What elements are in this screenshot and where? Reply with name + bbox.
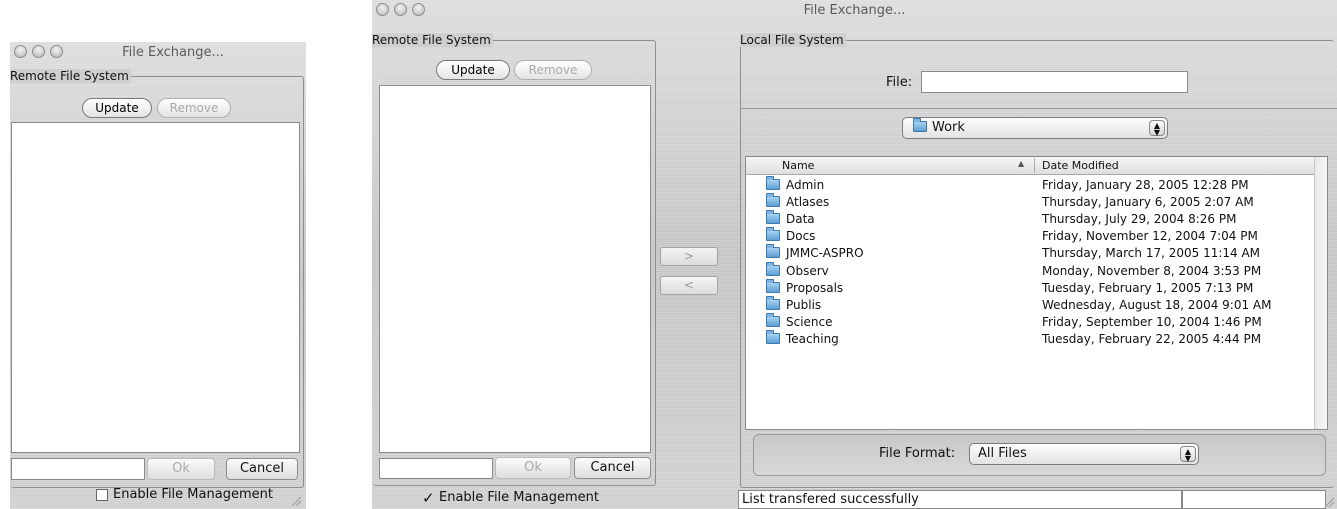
resize-grip-icon[interactable] [1323,496,1335,508]
date-modified-cell: Thursday, January 6, 2005 2:07 AM [1042,195,1254,210]
transfer-to-local-button[interactable]: > [660,247,718,266]
table-row[interactable]: Atlases Thursday, January 6, 2005 2:07 AM [746,193,1315,211]
remove-button[interactable]: Remove [514,60,592,80]
folder-icon [913,118,927,132]
date-modified-cell: Monday, November 8, 2004 3:53 PM [1042,263,1262,278]
folder-icon [766,278,780,293]
folder-popup-value: Work [932,120,965,135]
file-format-label: File Format: [879,446,956,461]
table-row[interactable]: Proposals Tuesday, February 1, 2005 7:13 … [746,278,1315,297]
folder-icon [766,176,780,190]
file-name-cell: Data [786,212,815,227]
ok-button[interactable]: Ok [495,457,571,479]
folder-icon [766,193,780,208]
vertical-scrollbar[interactable] [1314,157,1327,429]
folder-icon [766,227,780,242]
remote-path-field[interactable] [11,458,145,480]
file-format-value: All Files [978,446,1027,461]
column-divider [1034,158,1035,173]
file-name-cell: Admin [786,178,825,192]
cancel-button[interactable]: Cancel [574,457,651,479]
file-name-cell: Science [786,314,833,329]
column-header-date[interactable]: Date Modified [1042,159,1119,172]
folder-icon [766,312,780,327]
file-format-popup[interactable]: All Files ▲ ▼ [969,443,1199,465]
file-label: File: [886,75,913,90]
date-modified-cell: Friday, November 12, 2004 7:04 PM [1042,229,1258,244]
date-modified-cell: Thursday, July 29, 2004 8:26 PM [1042,212,1237,227]
date-modified-cell: Wednesday, August 18, 2004 9:01 AM [1042,297,1272,312]
folder-popup[interactable]: Work ▲ ▼ [902,117,1168,139]
folder-icon [766,295,780,310]
table-row[interactable]: Observ Monday, November 8, 2004 3:53 PM [746,261,1315,280]
enable-file-management-checkbox[interactable]: Enable File Management [96,487,273,502]
table-row[interactable]: JMMC-ASPRO Thursday, March 17, 2005 11:14… [746,244,1315,262]
file-name-cell: Publis [786,297,822,312]
update-button[interactable]: Update [436,60,510,80]
checkmark-icon[interactable]: ✓ [422,490,435,505]
title-bar[interactable]: File Exchange... [10,42,306,64]
progress-bar [1182,490,1326,509]
file-name-cell: Proposals [786,280,844,295]
cancel-button[interactable]: Cancel [226,458,298,480]
remote-group-label: Remote File System [10,69,131,83]
date-modified-cell: Friday, January 28, 2005 12:28 PM [1042,178,1249,192]
local-file-table[interactable]: Name ▲ Date Modified Admin Friday, Januar… [745,156,1328,430]
folder-icon [766,244,780,259]
column-header-name[interactable]: Name [782,159,814,172]
file-rows: Admin Friday, January 28, 2005 12:28 PM At… [746,176,1327,429]
table-row[interactable]: Teaching Tuesday, February 22, 2005 4:44 … [746,329,1315,348]
file-name-cell: JMMC-ASPRO [786,246,864,261]
popup-arrows-icon: ▲ ▼ [1149,120,1165,137]
table-row[interactable]: Admin Friday, January 28, 2005 12:28 PM [746,176,1315,194]
title-bar[interactable]: File Exchange... [372,0,1337,22]
popup-arrows-icon: ▲ ▼ [1180,446,1196,463]
folder-icon [766,329,780,344]
update-button[interactable]: Update [82,98,152,118]
remote-path-field[interactable] [379,458,493,479]
small-file-exchange-window: File Exchange... Remote File System Upda… [10,42,306,509]
enable-file-management-label: Enable File Management [113,487,273,502]
folder-icon [766,261,780,276]
ok-button[interactable]: Ok [147,458,215,480]
file-name-field[interactable] [921,71,1188,93]
file-name-cell: Atlases [786,195,830,210]
resize-grip-icon[interactable] [290,495,302,507]
file-name-cell: Docs [786,229,816,244]
table-row[interactable]: Data Thursday, July 29, 2004 8:26 PM [746,210,1315,228]
window-title: File Exchange... [803,3,906,18]
transfer-to-remote-button[interactable]: < [660,276,718,295]
date-modified-cell: Thursday, March 17, 2005 11:14 AM [1042,246,1261,261]
window-title: File Exchange... [122,45,224,60]
local-group-label: Local File System [740,33,846,47]
checkbox-box[interactable] [96,488,108,501]
file-name-cell: Observ [786,263,829,278]
remove-button[interactable]: Remove [157,98,231,118]
table-row[interactable]: Science Friday, September 10, 2004 1:46 P… [746,312,1315,331]
main-file-exchange-window: File Exchange... Remote File System Upda… [372,0,1337,509]
remote-file-list[interactable] [379,85,651,453]
remote-group-label: Remote File System [372,33,493,47]
table-row[interactable]: Docs Friday, November 12, 2004 7:04 PM [746,227,1315,245]
table-header: Name ▲ Date Modified [746,157,1315,175]
enable-file-management-checkbox[interactable]: ✓ Enable File Management [422,490,599,505]
file-name-cell: Teaching [786,331,839,346]
status-field: List transfered successfully [738,490,1182,509]
table-row[interactable]: Publis Wednesday, August 18, 2004 9:01 AM [746,295,1315,314]
sort-ascending-icon[interactable]: ▲ [1018,159,1024,168]
folder-icon [766,210,780,225]
separator [740,108,1337,109]
enable-file-management-label: Enable File Management [439,490,599,505]
date-modified-cell: Friday, September 10, 2004 1:46 PM [1042,314,1262,329]
remote-file-list[interactable] [11,122,300,453]
date-modified-cell: Tuesday, February 22, 2005 4:44 PM [1042,331,1262,346]
date-modified-cell: Tuesday, February 1, 2005 7:13 PM [1042,280,1254,295]
